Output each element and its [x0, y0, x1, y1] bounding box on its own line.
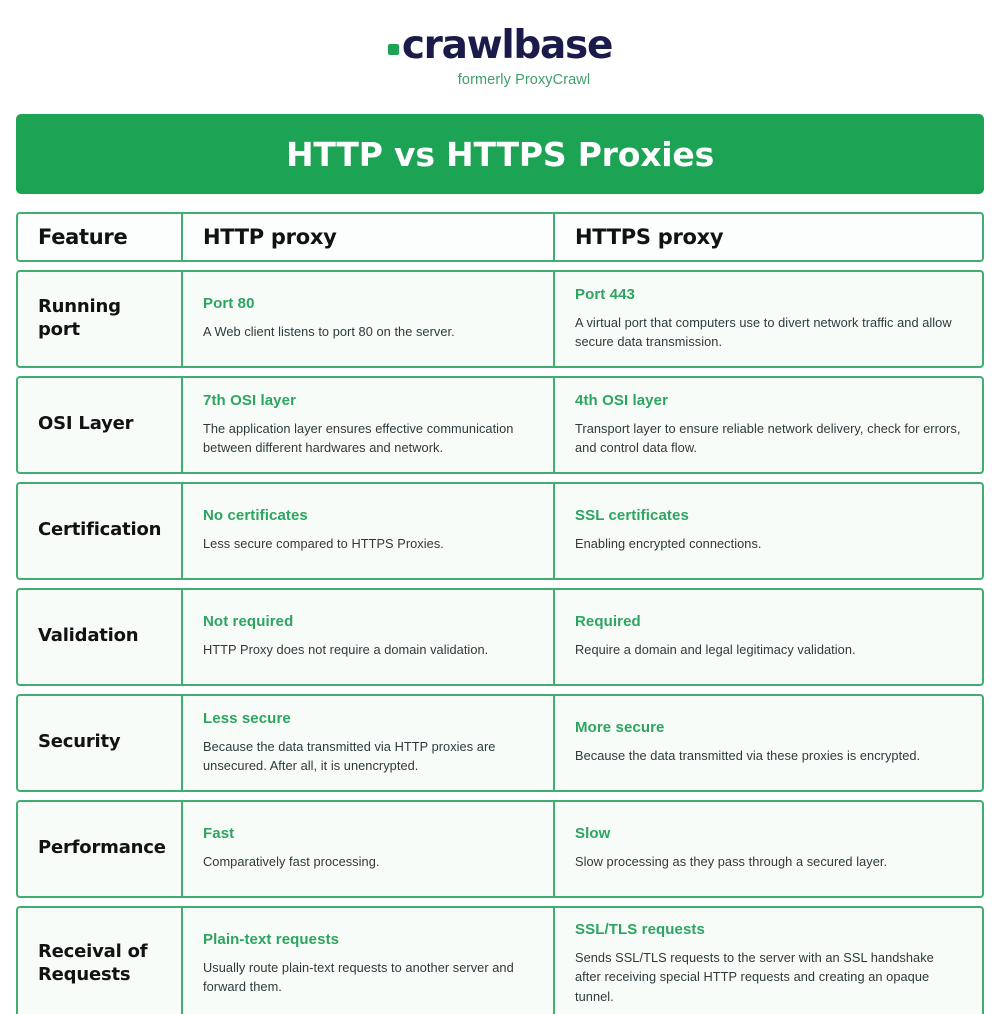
https-cell: SSL/TLS requests Sends SSL/TLS requests …	[553, 908, 982, 1014]
https-cell: More secure Because the data transmitted…	[553, 696, 982, 790]
http-accent-text: Not required	[203, 613, 294, 631]
http-description: Comparatively fast processing.	[203, 854, 380, 870]
https-accent-text: SSL certificates	[575, 507, 689, 525]
http-cell: 7th OSI layer The application layer ensu…	[181, 378, 553, 472]
feature-cell: Receival of Requests	[18, 908, 181, 1014]
table-row: OSI Layer 7th OSI layer The application …	[16, 376, 984, 474]
feature-cell: Performance	[18, 802, 181, 896]
header-cell-feature: Feature	[18, 214, 181, 260]
feature-name: Validation	[38, 625, 139, 647]
http-cell: Fast Comparatively fast processing.	[181, 802, 553, 896]
https-cell: Port 443 A virtual port that computers u…	[553, 272, 982, 366]
http-accent-text: Less secure	[203, 709, 291, 727]
feature-cell: Security	[18, 696, 181, 790]
https-cell: SSL certificates Enabling encrypted conn…	[553, 484, 982, 578]
http-accent-text: Port 80	[203, 295, 255, 313]
https-description: Transport layer to ensure reliable netwo…	[575, 420, 961, 455]
feature-name: Running port	[38, 296, 121, 340]
page-title: HTTP vs HTTPS Proxies	[285, 134, 715, 174]
column-header-https-proxy: HTTPS proxy	[575, 225, 724, 249]
http-cell: Not required HTTP Proxy does not require…	[181, 590, 553, 684]
table-row: Validation Not required HTTP Proxy does …	[16, 588, 984, 686]
table-row: Security Less secure Because the data tr…	[16, 694, 984, 792]
https-cell: Slow Slow processing as they pass throug…	[553, 802, 982, 896]
infographic-page: crawlbase formerly ProxyCrawl HTTP vs HT…	[0, 0, 1000, 1014]
comparison-table: Feature HTTP proxy HTTPS proxy Running p…	[16, 212, 984, 1014]
logo-wordmark: crawlbase	[387, 23, 614, 68]
http-description: Usually route plain-text requests to ano…	[203, 959, 514, 995]
column-header-feature: Feature	[38, 225, 128, 249]
header-cell-https: HTTPS proxy	[553, 214, 982, 260]
table-row: Certification No certificates Less secur…	[16, 482, 984, 580]
logo-tagline: formerly ProxyCrawl	[457, 72, 591, 88]
http-cell: No certificates Less secure compared to …	[181, 484, 553, 578]
http-cell: Port 80 A Web client listens to port 80 …	[181, 272, 553, 366]
https-accent-text: SSL/TLS requests	[575, 921, 705, 938]
https-cell: Required Require a domain and legal legi…	[553, 590, 982, 684]
http-accent-text: 7th OSI layer	[203, 391, 297, 409]
https-cell: 4th OSI layer Transport layer to ensure …	[553, 378, 982, 472]
feature-name: OSI Layer	[38, 413, 134, 435]
brand-logo: crawlbase formerly ProxyCrawl	[0, 0, 1000, 88]
http-description: Because the data transmitted via HTTP pr…	[203, 738, 496, 773]
http-description: A Web client listens to port 80 on the s…	[203, 324, 455, 340]
http-accent-text: Fast	[203, 825, 235, 843]
http-cell: Less secure Because the data transmitted…	[181, 696, 553, 790]
column-header-http-proxy: HTTP proxy	[203, 225, 337, 249]
https-description: Sends SSL/TLS requests to the server wit…	[575, 950, 934, 1004]
feature-cell: Certification	[18, 484, 181, 578]
https-description: Because the data transmitted via these p…	[575, 748, 921, 764]
feature-cell: Validation	[18, 590, 181, 684]
https-description: Enabling encrypted connections.	[575, 536, 762, 552]
https-description: A virtual port that computers use to div…	[575, 314, 952, 349]
feature-cell: Running port	[18, 272, 181, 366]
http-cell: Plain-text requests Usually route plain-…	[181, 908, 553, 1014]
https-description: Require a domain and legal legitimacy va…	[575, 642, 856, 658]
title-banner: HTTP vs HTTPS Proxies	[16, 114, 984, 194]
feature-cell: OSI Layer	[18, 378, 181, 472]
http-description: HTTP Proxy does not require a domain val…	[203, 642, 489, 658]
http-accent-text: Plain-text requests	[203, 930, 340, 948]
feature-name: Performance	[38, 837, 166, 859]
logo-dot-icon	[387, 44, 399, 55]
https-accent-text: Required	[575, 613, 641, 631]
https-accent-text: More secure	[575, 719, 665, 737]
http-description: The application layer ensures effective …	[203, 420, 514, 455]
https-description: Slow processing as they pass through a s…	[575, 854, 888, 870]
table-header-row: Feature HTTP proxy HTTPS proxy	[16, 212, 984, 262]
table-row: Receival of Requests Plain-text requests…	[16, 906, 984, 1014]
https-accent-text: 4th OSI layer	[575, 391, 669, 409]
table-row: Performance Fast Comparatively fast proc…	[16, 800, 984, 898]
https-accent-text: Slow	[575, 825, 611, 843]
header-cell-http: HTTP proxy	[181, 214, 553, 260]
logo-wordmark-text: crawlbase	[401, 23, 614, 68]
table-row: Running port Port 80 A Web client listen…	[16, 270, 984, 368]
feature-name: Certification	[38, 519, 162, 541]
https-accent-text: Port 443	[575, 285, 635, 303]
feature-name: Receival of Requests	[38, 941, 148, 985]
http-accent-text: No certificates	[203, 507, 308, 525]
feature-name: Security	[38, 731, 121, 753]
http-description: Less secure compared to HTTPS Proxies.	[203, 536, 444, 552]
